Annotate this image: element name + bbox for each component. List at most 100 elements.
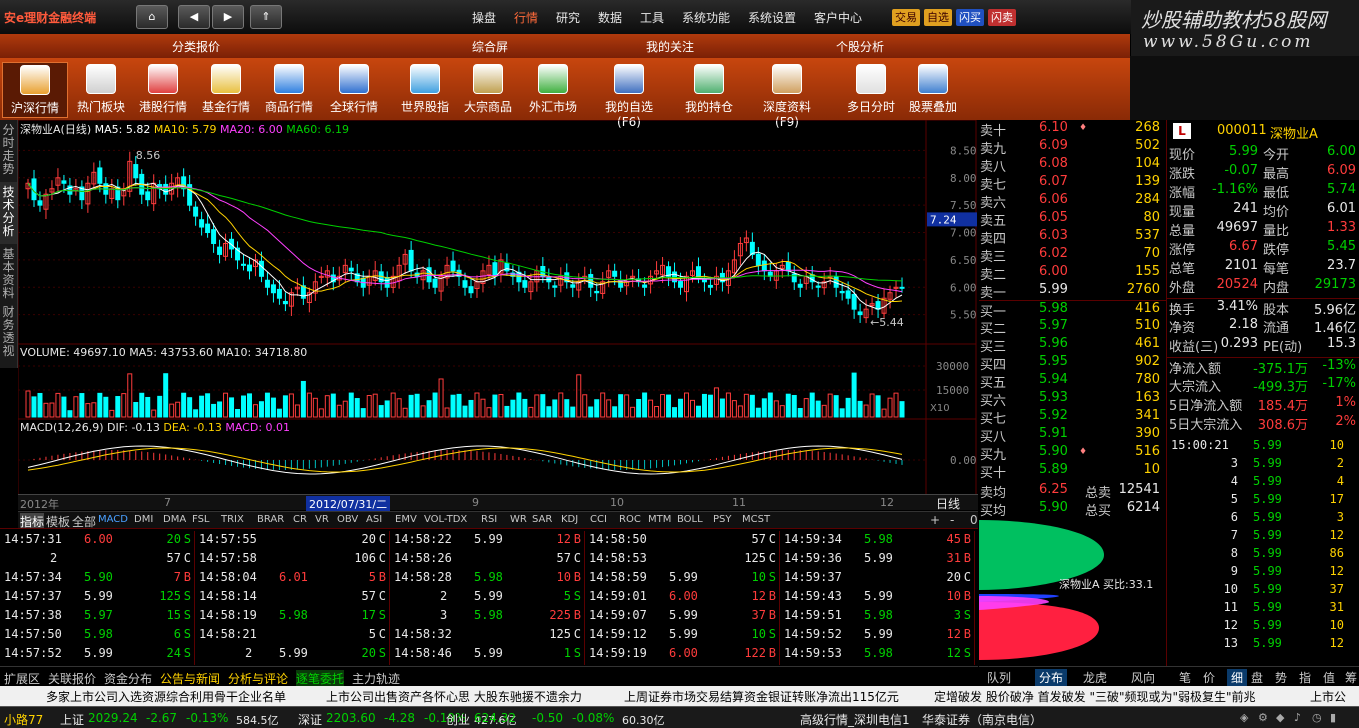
menu-system-functions[interactable]: 系统功能	[682, 9, 730, 26]
vtab-basic-info[interactable]: 基本资料	[0, 244, 18, 302]
indicator-tab[interactable]: KDJ	[561, 514, 578, 525]
network-icon[interactable]: ◈	[1240, 711, 1248, 724]
indicator-tab[interactable]: BOLL	[677, 514, 703, 525]
toolbar-hk-chart-button[interactable]: 港股行情	[130, 62, 196, 118]
category-my-focus[interactable]: 我的关注	[646, 38, 694, 55]
bid-row[interactable]: 买一 5.98 416	[979, 300, 1166, 320]
right-tab[interactable]: 龙虎	[1083, 669, 1107, 686]
right-tab[interactable]: 风向	[1131, 669, 1155, 686]
toolbar-world-index-button[interactable]: 世界股指	[392, 62, 458, 118]
indicator-tab[interactable]: VR	[315, 514, 329, 525]
bid-row[interactable]: 买三 5.96 461	[979, 336, 1166, 355]
indicator-tab[interactable]: ASI	[366, 514, 382, 525]
bid-row[interactable]: 买九 5.90 ♦ 516	[979, 444, 1166, 463]
category-composite[interactable]: 综合屏	[472, 38, 508, 55]
category-stock-analysis[interactable]: 个股分析	[836, 38, 884, 55]
indicator-control-0[interactable]: +	[930, 513, 940, 527]
right-tab[interactable]: 价	[1203, 669, 1215, 686]
menu-system-settings[interactable]: 系统设置	[748, 9, 796, 26]
lock-icon[interactable]: ◆	[1276, 711, 1284, 724]
right-tab[interactable]: 笔	[1179, 669, 1191, 686]
indicator-tab[interactable]: MTM	[648, 514, 671, 525]
indicator-tab[interactable]: CCI	[590, 514, 607, 525]
indicator-control-1[interactable]: -	[950, 513, 954, 527]
flash-buy-button[interactable]: 闪买	[956, 9, 984, 26]
toolbar-calendar-button[interactable]: 多日分时	[838, 62, 904, 118]
bid-row[interactable]: 买七 5.92 341	[979, 408, 1166, 427]
indicator-control-2[interactable]: 0	[970, 513, 978, 527]
ask-row[interactable]: 卖七 6.07 139	[979, 174, 1166, 193]
clock-icon[interactable]: ◷	[1312, 711, 1322, 724]
home-icon[interactable]: ⌂	[136, 5, 168, 29]
right-tab[interactable]: 值	[1323, 669, 1335, 686]
bottom-nav-tab[interactable]: 主力轨迹	[352, 670, 400, 687]
indicator-tab[interactable]: VOL-TDX	[424, 514, 467, 525]
indicator-tab[interactable]: OBV	[337, 514, 358, 525]
news-headline[interactable]: 上周证券市场交易结算资金银证转账净流出115亿元	[624, 688, 899, 705]
indicator-tab[interactable]: PSY	[713, 514, 732, 525]
kline-chart[interactable]: 8.50 8.00 7.50 7.00 6.50 6.00 5.50 7.24 8.56 ←5.4…	[18, 120, 978, 510]
signal-icon[interactable]: ▮	[1330, 711, 1336, 724]
trade-button[interactable]: 交易	[892, 9, 920, 26]
toolbar-user-button[interactable]: 我的自选(F6)	[596, 62, 662, 129]
bottom-nav-tab[interactable]: 扩展区	[4, 670, 40, 687]
indicator-tab[interactable]: DMA	[163, 514, 186, 525]
ask-row[interactable]: 卖九 6.09 502	[979, 138, 1166, 157]
menu-research[interactable]: 研究	[556, 9, 580, 26]
indicator-tab[interactable]: ROC	[619, 514, 641, 525]
period-button[interactable]: 日线	[936, 495, 960, 512]
bid-row[interactable]: 买二 5.97 510	[979, 318, 1166, 337]
right-tab[interactable]: 细	[1227, 669, 1248, 686]
ask-row[interactable]: 卖三 6.02 70	[979, 246, 1166, 265]
flash-sell-button[interactable]: 闪卖	[988, 9, 1016, 26]
ask-row[interactable]: 卖八 6.08 104	[979, 156, 1166, 175]
indicator-tab[interactable]: MACD	[98, 514, 128, 525]
indicator-tab[interactable]: FSL	[192, 514, 210, 525]
volume-icon[interactable]: ♪	[1294, 711, 1301, 724]
news-headline[interactable]: 上市公	[1310, 688, 1346, 705]
ask-row[interactable]: 卖五 6.05 80	[979, 210, 1166, 229]
indicator-tab[interactable]: WR	[510, 514, 527, 525]
right-tab[interactable]: 指	[1299, 669, 1311, 686]
toolbar-document-button[interactable]: 深度资料(F9)	[754, 62, 820, 129]
menu-quotes[interactable]: 行情	[514, 9, 538, 26]
up-icon[interactable]: ⇑	[250, 5, 282, 29]
toolbar-bulk-goods-button[interactable]: 大宗商品	[455, 62, 521, 118]
back-icon[interactable]: ◀	[178, 5, 210, 29]
settings-icon[interactable]: ⚙	[1258, 711, 1268, 724]
bid-row[interactable]: 买五 5.94 780	[979, 372, 1166, 391]
indicator-tab[interactable]: SAR	[532, 514, 552, 525]
ask-row[interactable]: 卖一 5.99 2760	[979, 282, 1166, 301]
indicator-tab[interactable]: DMI	[134, 514, 153, 525]
bid-row[interactable]: 买八 5.91 390	[979, 426, 1166, 445]
right-tab[interactable]: 筹	[1345, 669, 1357, 686]
right-tab[interactable]: 势	[1275, 669, 1287, 686]
toolbar-forex-button[interactable]: 外汇市场	[520, 62, 586, 118]
toolbar-globe-button[interactable]: 全球行情	[321, 62, 387, 118]
vtab-financial[interactable]: 财务透视	[0, 302, 18, 368]
toolbar-commodity-button[interactable]: 商品行情	[256, 62, 322, 118]
ask-row[interactable]: 卖六 6.06 284	[979, 192, 1166, 211]
bid-row[interactable]: 买四 5.95 902	[979, 354, 1166, 373]
watchlist-button[interactable]: 自选	[924, 9, 952, 26]
bottom-nav-tab[interactable]: 逐笔委托	[296, 670, 345, 687]
indicator-tab[interactable]: EMV	[395, 514, 417, 525]
ask-row[interactable]: 卖二 6.00 155	[979, 264, 1166, 283]
vtab-intraday[interactable]: 分时走势	[0, 120, 18, 182]
toolbar-fire-button[interactable]: 热门板块	[68, 62, 134, 118]
category-quotes[interactable]: 分类报价	[172, 38, 220, 55]
bottom-nav-tab[interactable]: 资金分布	[104, 670, 152, 687]
toolbar-holdings-button[interactable]: 我的持仓	[676, 62, 742, 118]
indicator-tab[interactable]: BRAR	[257, 514, 284, 525]
indicator-tab[interactable]: RSI	[481, 514, 497, 525]
right-tab[interactable]: 队列	[987, 669, 1011, 686]
bid-row[interactable]: 买十 5.89 10	[979, 462, 1166, 481]
menu-trade[interactable]: 操盘	[472, 9, 496, 26]
news-headline[interactable]: 定增破发 股价破净 首发破发 "三破"频现或为"弱极复生"前兆	[934, 688, 1256, 705]
menu-customer-center[interactable]: 客户中心	[814, 9, 862, 26]
bottom-nav-tab[interactable]: 公告与新闻	[160, 670, 220, 687]
bottom-nav-tab[interactable]: 关联报价	[48, 670, 96, 687]
forward-icon[interactable]: ▶	[212, 5, 244, 29]
bottom-nav-tab[interactable]: 分析与评论	[228, 670, 288, 687]
ask-row[interactable]: 卖十 6.10 ♦ 268	[979, 120, 1166, 139]
